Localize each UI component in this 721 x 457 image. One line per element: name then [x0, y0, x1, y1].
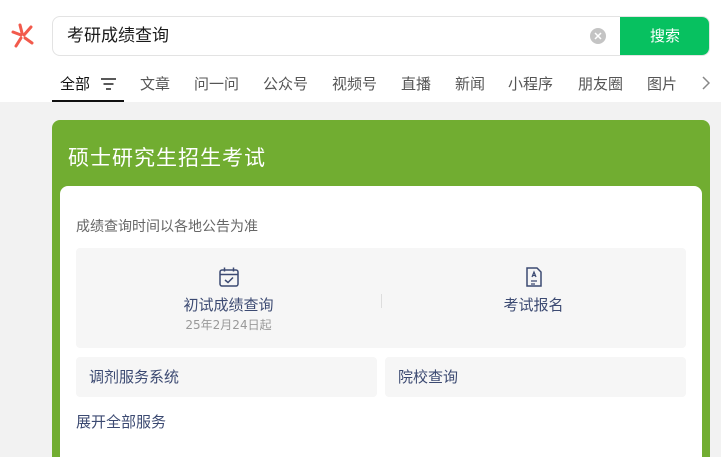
- notice-text: 成绩查询时间以各地公告为准: [76, 219, 258, 235]
- tab-bar: 全部 文章 问一问 公众号 视频号 直播 新闻 小程序 朋友圈 图片: [52, 64, 721, 102]
- active-tab-indicator: [52, 100, 124, 102]
- tab-mini-programs[interactable]: 小程序: [508, 73, 553, 94]
- tab-live[interactable]: 直播: [401, 73, 431, 94]
- score-query-service[interactable]: 初试成绩查询 25年2月24日起: [76, 248, 381, 348]
- school-query-link[interactable]: 院校查询: [385, 357, 686, 397]
- tab-channels[interactable]: 视频号: [332, 73, 377, 94]
- expand-all-services-link[interactable]: 展开全部服务: [76, 411, 166, 432]
- service-label: 初试成绩查询: [183, 296, 274, 314]
- adjustment-service-link[interactable]: 调剂服务系统: [76, 357, 377, 397]
- document-icon: [525, 267, 542, 287]
- search-logo-icon[interactable]: [9, 22, 37, 50]
- search-button[interactable]: 搜索: [620, 17, 709, 55]
- search-box: 搜索: [52, 16, 710, 56]
- calendar-check-icon: [218, 267, 239, 287]
- top-bar: 搜索 全部 文章 问一问 公众号 视频号 直播 新闻 小程序 朋友圈 图片: [0, 0, 721, 102]
- clear-icon[interactable]: [590, 28, 606, 44]
- card-title[interactable]: 硕士研究生招生考试: [68, 142, 266, 172]
- tab-official-accounts[interactable]: 公众号: [263, 73, 308, 94]
- filter-icon[interactable]: [101, 78, 116, 90]
- exam-registration-service[interactable]: 考试报名: [381, 248, 686, 348]
- tab-news[interactable]: 新闻: [455, 73, 485, 94]
- search-input[interactable]: [67, 17, 567, 55]
- chevron-right-icon[interactable]: [702, 76, 710, 90]
- tab-images[interactable]: 图片: [647, 73, 677, 94]
- tab-all[interactable]: 全部: [60, 73, 90, 94]
- service-date: 25年2月24日起: [185, 318, 272, 332]
- primary-services: 初试成绩查询 25年2月24日起 考试报名: [76, 248, 686, 348]
- tab-articles[interactable]: 文章: [140, 73, 170, 94]
- result-card: 硕士研究生招生考试 成绩查询时间以各地公告为准 初试成绩查询 25年2月24日起: [52, 120, 710, 457]
- tab-moments[interactable]: 朋友圈: [578, 73, 623, 94]
- service-panel: 成绩查询时间以各地公告为准 初试成绩查询 25年2月24日起 考试报名 调剂服务…: [60, 186, 702, 457]
- service-label: 考试报名: [503, 296, 564, 314]
- tab-ask[interactable]: 问一问: [194, 73, 239, 94]
